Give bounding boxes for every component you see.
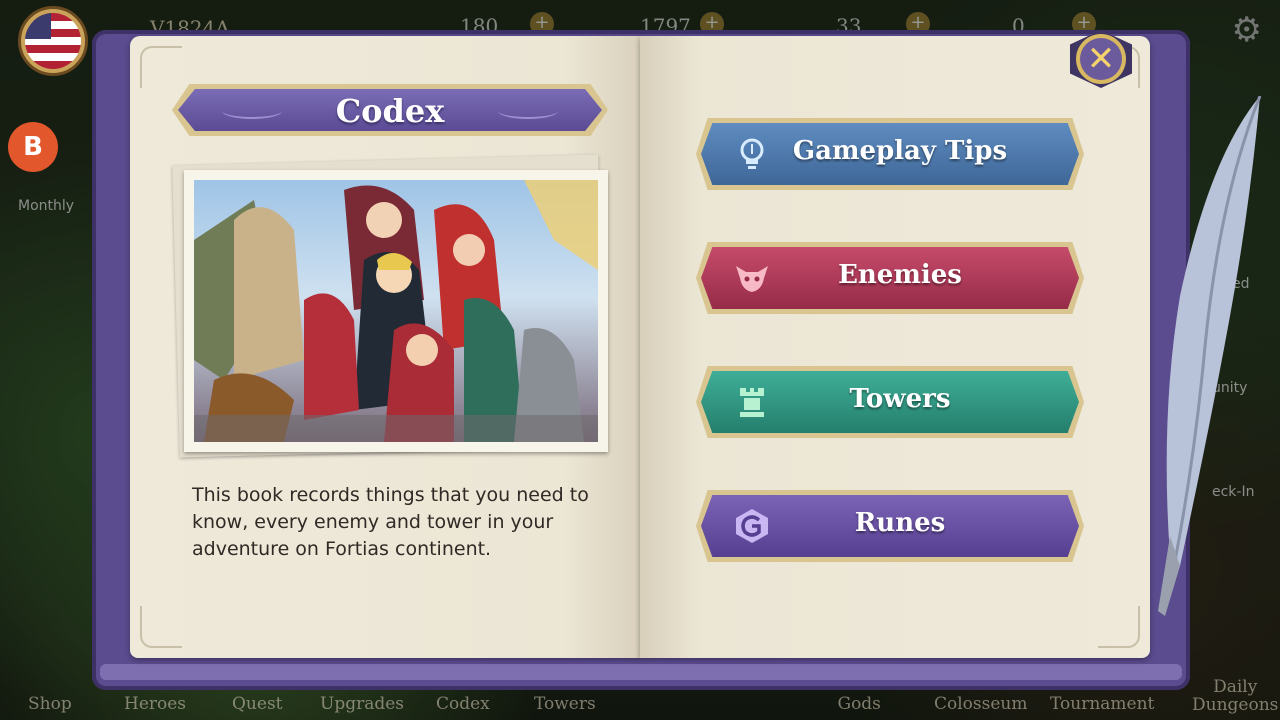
nav-colosseum[interactable]: Colosseum — [934, 694, 1028, 714]
nav-upgrades[interactable]: Upgrades — [320, 694, 404, 714]
codex-title-ribbon: Codex — [172, 84, 608, 136]
nav-towers[interactable]: Towers — [534, 694, 596, 714]
b-badge-button[interactable]: B — [8, 122, 58, 172]
nav-heroes[interactable]: Heroes — [124, 694, 186, 714]
page-title: Codex — [335, 92, 445, 130]
nav-tournament[interactable]: Tournament — [1050, 694, 1154, 714]
button-label: Runes — [854, 508, 946, 538]
runes-button[interactable]: Runes — [696, 490, 1084, 562]
towers-button[interactable]: Towers — [696, 366, 1084, 438]
settings-gear-icon[interactable]: ⚙ — [1232, 10, 1262, 50]
enemies-button[interactable]: Enemies — [696, 242, 1084, 314]
page-corner-ornament — [140, 606, 182, 648]
close-icon: ✕ — [1086, 39, 1116, 79]
player-flag-avatar[interactable] — [18, 6, 88, 76]
page-corner-ornament — [1098, 606, 1140, 648]
nav-shop[interactable]: Shop — [28, 694, 72, 714]
page-corner-ornament — [140, 46, 182, 88]
monthly-label[interactable]: Monthly — [18, 198, 74, 214]
button-label: Enemies — [838, 260, 962, 290]
nav-daily-dungeons[interactable]: Daily Dungeons — [1192, 678, 1278, 714]
codex-description: This book records things that you need t… — [192, 484, 589, 560]
nav-quest[interactable]: Quest — [232, 694, 283, 714]
gameplay-tips-button[interactable]: Gameplay Tips — [696, 118, 1084, 190]
close-button[interactable]: ✕ — [1070, 30, 1132, 88]
button-label: Towers — [849, 384, 951, 414]
codex-illustration — [184, 170, 608, 452]
us-flag-icon — [25, 13, 81, 69]
quill-feather-icon — [1158, 96, 1262, 616]
nav-codex[interactable]: Codex — [436, 694, 490, 714]
heroes-artwork-svg — [194, 180, 598, 442]
heroes-artwork — [194, 180, 598, 442]
button-label: Gameplay Tips — [792, 136, 1008, 166]
